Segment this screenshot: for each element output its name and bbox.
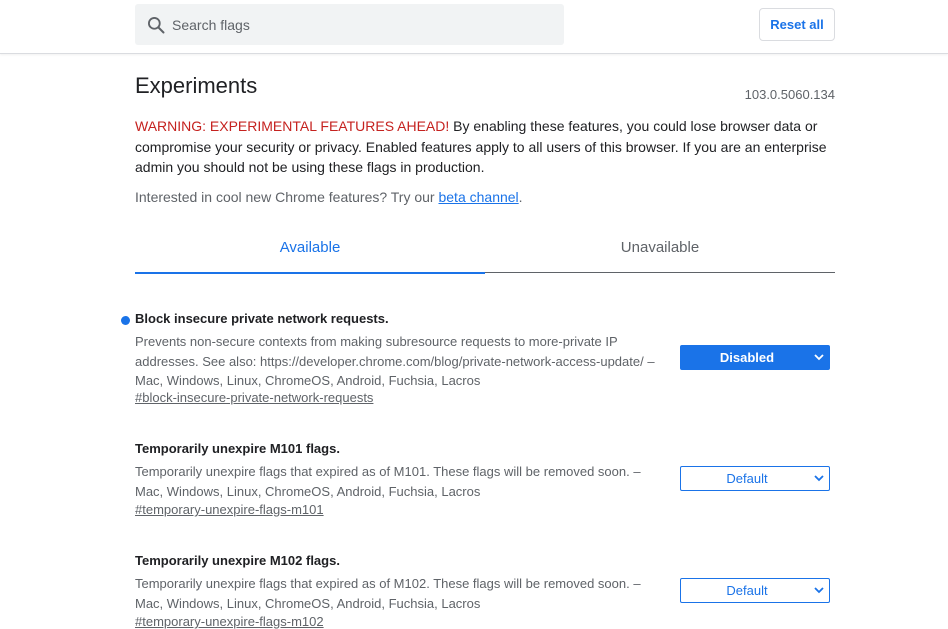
chevron-down-icon <box>814 587 824 594</box>
flag-state-select[interactable]: Default <box>680 466 830 491</box>
interest-suffix: . <box>518 189 523 205</box>
flag-name: Temporarily unexpire M102 flags. <box>135 553 340 568</box>
beta-channel-link[interactable]: beta channel <box>438 189 518 205</box>
chevron-down-icon <box>814 475 824 482</box>
tab-unavailable-label: Unavailable <box>620 239 700 256</box>
flag-description: Temporarily unexpire flags that expired … <box>135 464 641 499</box>
flag-state-select[interactable]: Default <box>680 578 830 603</box>
tab-available-label: Available <box>279 239 341 256</box>
warning-message: WARNING: EXPERIMENTAL FEATURES AHEAD! By… <box>135 116 835 178</box>
flag-name: Temporarily unexpire M101 flags. <box>135 441 340 456</box>
interest-prefix: Interested in cool new Chrome features? … <box>135 189 439 205</box>
flag-state-value: Default <box>726 471 768 486</box>
flag-permalink[interactable]: #temporary-unexpire-flags-m102 <box>135 614 324 629</box>
chevron-down-icon <box>814 354 824 361</box>
flag-permalink[interactable]: #temporary-unexpire-flags-m101 <box>135 502 324 517</box>
tab-bar: Available Unavailable <box>135 228 835 274</box>
modified-indicator-dot <box>121 316 130 325</box>
tab-unavailable[interactable]: Unavailable <box>485 228 835 272</box>
version-label: 103.0.5060.134 <box>744 87 835 102</box>
flag-state-value: Disabled <box>719 350 775 365</box>
flag-name: Block insecure private network requests. <box>135 311 389 326</box>
selected-tab-indicator <box>135 272 485 274</box>
flag-state-value: Default <box>726 583 768 598</box>
beta-channel-note: Interested in cool new Chrome features? … <box>135 189 523 205</box>
page-title: Experiments <box>135 73 258 98</box>
search-box[interactable] <box>135 4 564 45</box>
flag-state-select[interactable]: Disabled <box>680 345 830 370</box>
tab-available[interactable]: Available <box>135 228 485 274</box>
flag-description: Prevents non-secure contexts from making… <box>135 334 655 388</box>
header-bar: Reset all <box>0 0 948 54</box>
flag-description: Temporarily unexpire flags that expired … <box>135 576 641 611</box>
reset-all-button[interactable]: Reset all <box>759 8 835 41</box>
search-input[interactable] <box>172 4 552 45</box>
flag-permalink[interactable]: #block-insecure-private-network-requests <box>135 390 373 405</box>
search-icon <box>148 17 165 34</box>
warning-strong: WARNING: EXPERIMENTAL FEATURES AHEAD! <box>135 118 450 134</box>
